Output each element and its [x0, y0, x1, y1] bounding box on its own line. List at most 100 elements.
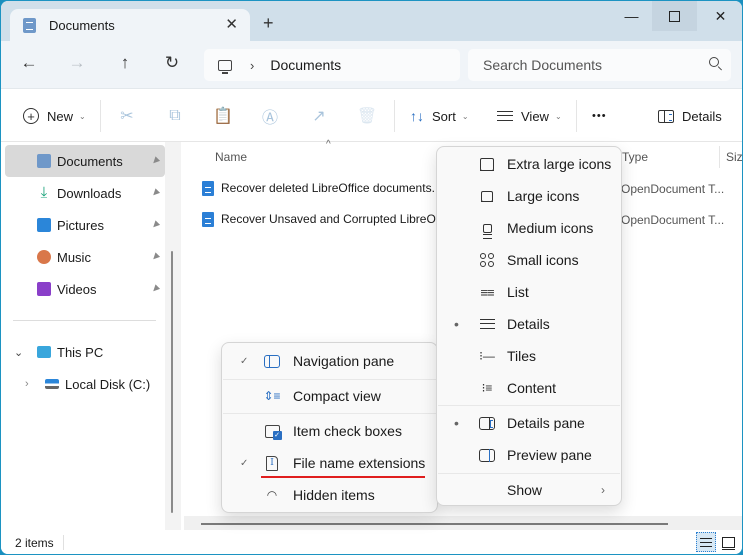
menu-item-item-check-boxes[interactable]: Item check boxes	[222, 415, 437, 447]
sidebar-item-music[interactable]: Music ▼	[5, 241, 165, 273]
menu-item-label: Show	[507, 482, 543, 498]
column-header-name[interactable]: Name	[215, 150, 247, 164]
cut-button[interactable]: ✂	[117, 106, 137, 126]
selected-bullet-icon: •	[454, 316, 459, 332]
view-button[interactable]: View ⌄	[497, 104, 562, 128]
item-check-boxes-icon	[264, 424, 282, 440]
forward-button[interactable]: →	[65, 53, 89, 73]
details-pane-icon	[658, 109, 674, 123]
checkmark-icon: ✓	[240, 457, 249, 469]
file-row[interactable]: Recover deleted LibreOffice documents.	[202, 176, 435, 200]
chevron-down-icon[interactable]: ⌄	[14, 346, 23, 359]
tiles-icon: ⁝—	[479, 349, 495, 363]
menu-item-list[interactable]: ≡≡ List	[437, 276, 621, 308]
menu-item-content[interactable]: ⁝≡ Content	[437, 372, 621, 404]
search-placeholder: Search Documents	[483, 57, 603, 73]
copy-button[interactable]: ⧉	[165, 106, 185, 126]
menu-item-extra-large-icons[interactable]: Extra large icons	[437, 148, 621, 180]
menu-item-preview-pane[interactable]: Preview pane	[437, 439, 621, 471]
extra-large-icons-icon	[480, 157, 494, 171]
up-button[interactable]: ↑	[113, 53, 137, 73]
sidebar-scrollbar-track[interactable]	[165, 142, 181, 530]
title-bar: Documents ✕ + — ✕	[1, 1, 742, 42]
medium-icons-icon	[482, 223, 492, 239]
column-header-size[interactable]: Size	[726, 150, 742, 164]
videos-icon	[37, 282, 51, 296]
details-pane-icon	[479, 416, 495, 430]
chevron-down-icon: ⌄	[79, 111, 86, 121]
chevron-right-icon[interactable]: ›	[25, 378, 29, 390]
rename-button[interactable]: Ⓐ	[260, 106, 280, 127]
horizontal-scrollbar-thumb[interactable]	[201, 523, 668, 525]
new-label: New	[47, 108, 74, 124]
sidebar-item-videos[interactable]: Videos ▼	[5, 273, 165, 305]
menu-item-details-pane[interactable]: • Details pane	[437, 407, 621, 439]
menu-item-show[interactable]: Show ›	[437, 474, 621, 506]
menu-divider	[438, 405, 620, 406]
back-button[interactable]: ←	[17, 53, 41, 73]
delete-button[interactable]: 🗑	[357, 106, 377, 126]
pin-icon[interactable]: ▼	[147, 217, 163, 233]
column-header-type[interactable]: Type	[622, 150, 648, 164]
menu-item-tiles[interactable]: ⁝— Tiles	[437, 340, 621, 372]
pin-icon[interactable]: ▼	[147, 249, 163, 265]
tab-documents[interactable]: Documents ✕	[10, 9, 250, 42]
chevron-right-icon: ›	[601, 483, 605, 497]
tab-title: Documents	[49, 18, 115, 33]
pin-icon[interactable]: ▼	[147, 185, 163, 201]
command-bar: + New ⌄ ✂ ⧉ 📋 Ⓐ ↗ 🗑 ↑↓ Sort ⌄ View ⌄ •••…	[1, 90, 742, 142]
menu-item-hidden-items[interactable]: ◠ Hidden items	[222, 479, 437, 511]
search-icon	[709, 57, 719, 67]
file-type: OpenDocument T...	[621, 182, 725, 196]
refresh-button[interactable]: ↻	[160, 53, 184, 73]
pin-icon[interactable]: ▼	[147, 153, 163, 169]
sidebar-item-documents[interactable]: Documents ▼	[5, 145, 165, 177]
maximize-icon	[669, 10, 680, 22]
view-lines-icon	[497, 111, 513, 121]
hidden-items-icon: ◠	[266, 488, 278, 502]
breadcrumb-documents[interactable]: Documents	[270, 57, 341, 73]
column-divider[interactable]	[719, 146, 720, 168]
sidebar-item-label: Music	[57, 249, 91, 265]
menu-item-medium-icons[interactable]: Medium icons	[437, 212, 621, 244]
sort-icon: ↑↓	[410, 108, 424, 124]
sidebar-item-this-pc[interactable]: ⌄ This PC	[5, 336, 165, 368]
share-button[interactable]: ↗	[309, 106, 329, 126]
file-row[interactable]: Recover Unsaved and Corrupted LibreOf	[202, 207, 439, 231]
menu-item-file-name-extensions[interactable]: ✓ I File name extensions	[222, 447, 437, 479]
close-tab-button[interactable]: ✕	[225, 15, 238, 33]
menu-item-small-icons[interactable]: Small icons	[437, 244, 621, 276]
pin-icon[interactable]: ▼	[147, 281, 163, 297]
highlight-underline	[261, 476, 425, 478]
minimize-button[interactable]: —	[609, 1, 654, 31]
new-button[interactable]: + New ⌄	[23, 104, 86, 128]
downloads-icon: ⤓	[40, 184, 48, 201]
paste-button[interactable]: 📋	[213, 106, 233, 126]
sidebar-item-label: Videos	[57, 281, 97, 297]
sidebar-item-label: This PC	[57, 344, 104, 360]
sidebar-item-local-disk[interactable]: › Local Disk (C:)	[5, 368, 165, 400]
large-icons-view-toggle[interactable]	[718, 532, 738, 552]
menu-item-large-icons[interactable]: Large icons	[437, 180, 621, 212]
address-bar[interactable]: › Documents	[204, 49, 460, 81]
more-icon: •••	[592, 110, 607, 122]
menu-item-details[interactable]: • Details	[437, 308, 621, 340]
maximize-button[interactable]	[652, 1, 697, 31]
new-tab-button[interactable]: +	[263, 13, 274, 34]
sort-button[interactable]: ↑↓ Sort ⌄	[410, 104, 469, 128]
selected-bullet-icon: •	[454, 415, 459, 431]
sidebar-scrollbar-thumb[interactable]	[171, 251, 173, 513]
sidebar-item-pictures[interactable]: Pictures ▼	[5, 209, 165, 241]
menu-item-compact-view[interactable]: ⇕≡ Compact view	[222, 380, 437, 412]
details-button[interactable]: Details	[658, 104, 722, 128]
breadcrumb-chevron-icon[interactable]: ›	[250, 58, 254, 73]
sidebar-item-downloads[interactable]: ⤓ Downloads ▼	[5, 177, 165, 209]
menu-item-navigation-pane[interactable]: ✓ Navigation pane	[222, 345, 437, 377]
menu-item-label: Content	[507, 380, 557, 396]
search-input[interactable]: Search Documents	[468, 49, 731, 81]
more-options-button[interactable]: •••	[592, 104, 607, 128]
close-window-button[interactable]: ✕	[698, 1, 742, 31]
menu-item-label: Small icons	[507, 252, 579, 268]
sidebar-item-label: Downloads	[57, 185, 122, 201]
details-view-toggle[interactable]	[696, 532, 716, 552]
